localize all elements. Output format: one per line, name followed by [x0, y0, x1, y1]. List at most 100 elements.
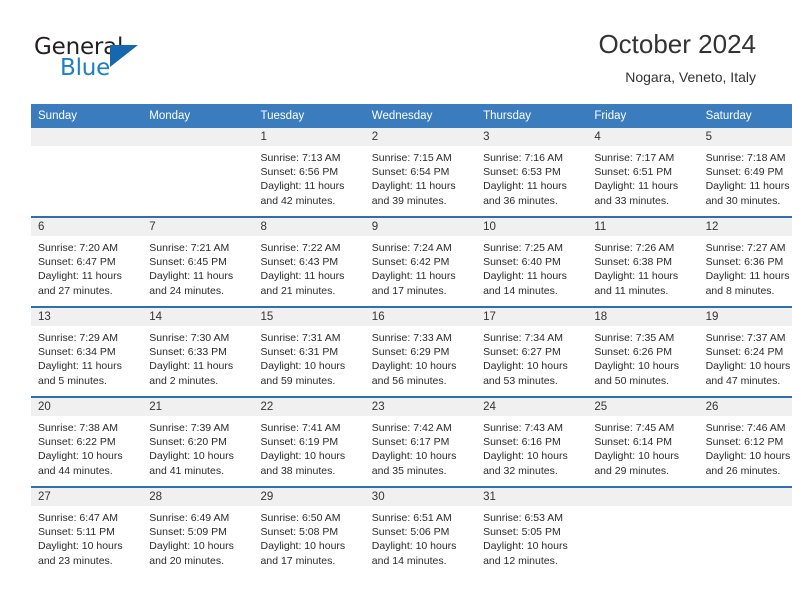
day-detail-daylight2: and 8 minutes. [705, 284, 775, 297]
day-detail-daylight1: Daylight: 11 hours [149, 360, 234, 373]
day-detail-sunset: Sunset: 5:11 PM [38, 526, 115, 539]
day-number: 23 [364, 398, 477, 416]
calendar-day-cell[interactable]: 18 Sunrise: 7:35 AM Sunset: 6:26 PM Dayligh… [587, 306, 699, 397]
day-detail-sunset: Sunset: 6:24 PM [705, 346, 784, 359]
day-number: 9 [364, 218, 477, 236]
day-detail-sunrise: Sunrise: 6:49 AM [149, 512, 230, 524]
calendar-day-cell[interactable]: 1 Sunrise: 7:13 AM Sunset: 6:56 PM Daylight… [253, 128, 365, 217]
day-detail-sunset: Sunset: 6:12 PM [705, 436, 784, 449]
day-detail-sunrise: Sunrise: 7:24 AM [371, 242, 452, 254]
day-number: 6 [31, 218, 143, 236]
calendar-day-cell[interactable]: 12 Sunrise: 7:27 AM Sunset: 6:36 PM Dayligh… [698, 216, 792, 307]
day-details: Sunrise: 7:24 AM Sunset: 6:42 PM Daylight:… [365, 236, 476, 298]
calendar-day-cell[interactable]: 4 Sunrise: 7:17 AM Sunset: 6:51 PM Daylight… [587, 128, 699, 217]
calendar-day-cell-empty [587, 486, 699, 576]
calendar-day-cell[interactable]: 28 Sunrise: 6:49 AM Sunset: 5:09 PM Dayligh… [142, 486, 254, 576]
day-number: 30 [364, 488, 477, 506]
day-detail-daylight1: Daylight: 11 hours [371, 270, 456, 283]
calendar-day-cell[interactable]: 22 Sunrise: 7:41 AM Sunset: 6:19 PM Dayligh… [253, 396, 365, 487]
day-detail-daylight1: Daylight: 10 hours [705, 450, 791, 463]
calendar-day-cell[interactable]: 19 Sunrise: 7:37 AM Sunset: 6:24 PM Dayligh… [698, 306, 792, 397]
calendar-day-cell[interactable]: 7 Sunrise: 7:21 AM Sunset: 6:45 PM Daylight… [142, 216, 254, 307]
day-detail-sunset: Sunset: 6:53 PM [483, 166, 561, 179]
day-detail-sunrise: Sunrise: 7:25 AM [483, 242, 564, 254]
calendar-day-cell[interactable]: 20 Sunrise: 7:38 AM Sunset: 6:22 PM Dayligh… [31, 396, 143, 487]
day-detail-daylight2: and 30 minutes. [705, 194, 781, 207]
day-detail-daylight2: and 41 minutes. [149, 464, 224, 477]
day-detail-daylight1: Daylight: 11 hours [149, 270, 234, 283]
calendar-body: 1 Sunrise: 7:13 AM Sunset: 6:56 PM Daylight… [31, 128, 792, 576]
day-number: 20 [31, 398, 143, 416]
day-detail-sunrise: Sunrise: 7:46 AM [705, 422, 786, 434]
day-number: 12 [698, 218, 792, 236]
calendar-day-cell[interactable]: 11 Sunrise: 7:26 AM Sunset: 6:38 PM Dayligh… [587, 216, 699, 307]
calendar-day-cell[interactable]: 8 Sunrise: 7:22 AM Sunset: 6:43 PM Daylight… [253, 216, 365, 307]
day-detail-sunset: Sunset: 6:31 PM [260, 346, 339, 359]
day-detail-daylight2: and 5 minutes. [38, 374, 107, 387]
calendar-day-cell[interactable]: 17 Sunrise: 7:34 AM Sunset: 6:27 PM Dayligh… [476, 306, 588, 397]
page-subtitle: Nogara, Veneto, Italy [625, 69, 756, 85]
title-block: October 2024 Nogara, Veneto, Italy [598, 28, 756, 87]
calendar-day-cell[interactable]: 2 Sunrise: 7:15 AM Sunset: 6:54 PM Daylight… [364, 128, 477, 217]
calendar-day-cell[interactable]: 30 Sunrise: 6:51 AM Sunset: 5:06 PM Dayligh… [364, 486, 477, 576]
day-detail-daylight2: and 2 minutes. [149, 374, 219, 387]
calendar-grid: Sunday Monday Tuesday Wednesday Thursday… [31, 104, 792, 576]
calendar-day-cell[interactable]: 27 Sunrise: 6:47 AM Sunset: 5:11 PM Dayligh… [31, 486, 143, 576]
day-detail-daylight1: Daylight: 10 hours [371, 360, 457, 373]
general-blue-logo[interactable]: General Blue [34, 34, 154, 86]
day-detail-daylight2: and 47 minutes. [705, 374, 781, 387]
day-details: Sunrise: 7:20 AM Sunset: 6:47 PM Daylight:… [31, 236, 142, 298]
day-detail-sunrise: Sunrise: 7:22 AM [260, 242, 341, 254]
calendar-day-cell-empty [142, 128, 254, 217]
weekday-header-tuesday: Tuesday [253, 104, 365, 128]
calendar-day-cell[interactable]: 21 Sunrise: 7:39 AM Sunset: 6:20 PM Dayligh… [142, 396, 254, 487]
day-details: Sunrise: 7:16 AM Sunset: 6:53 PM Daylight:… [476, 146, 587, 208]
calendar-day-cell[interactable]: 6 Sunrise: 7:20 AM Sunset: 6:47 PM Daylight… [31, 216, 143, 307]
day-number: 16 [364, 308, 477, 326]
day-number: 15 [253, 308, 365, 326]
calendar-day-cell[interactable]: 23 Sunrise: 7:42 AM Sunset: 6:17 PM Dayligh… [364, 396, 477, 487]
day-detail-sunset: Sunset: 6:43 PM [260, 256, 339, 269]
day-detail-sunset: Sunset: 6:45 PM [149, 256, 227, 269]
calendar-day-cell[interactable]: 26 Sunrise: 7:46 AM Sunset: 6:12 PM Dayligh… [698, 396, 792, 487]
day-detail-daylight2: and 26 minutes. [705, 464, 781, 477]
day-number: 22 [253, 398, 365, 416]
calendar-day-cell[interactable]: 25 Sunrise: 7:45 AM Sunset: 6:14 PM Dayligh… [587, 396, 699, 487]
calendar-day-cell[interactable]: 15 Sunrise: 7:31 AM Sunset: 6:31 PM Dayligh… [253, 306, 365, 397]
calendar-day-cell[interactable]: 5 Sunrise: 7:18 AM Sunset: 6:49 PM Daylight… [698, 128, 792, 217]
calendar-week-row: 1 Sunrise: 7:13 AM Sunset: 6:56 PM Daylight… [31, 128, 792, 217]
calendar-day-cell[interactable]: 9 Sunrise: 7:24 AM Sunset: 6:42 PM Daylight… [364, 216, 477, 307]
day-detail-daylight1: Daylight: 10 hours [260, 540, 346, 553]
calendar-day-cell[interactable]: 24 Sunrise: 7:43 AM Sunset: 6:16 PM Dayligh… [476, 396, 588, 487]
day-detail-sunset: Sunset: 6:26 PM [594, 346, 672, 359]
calendar-day-cell[interactable]: 13 Sunrise: 7:29 AM Sunset: 6:34 PM Dayligh… [31, 306, 143, 397]
calendar-day-cell[interactable]: 10 Sunrise: 7:25 AM Sunset: 6:40 PM Dayligh… [476, 216, 588, 307]
day-detail-sunrise: Sunrise: 7:38 AM [38, 422, 118, 434]
day-detail-sunrise: Sunrise: 7:26 AM [594, 242, 675, 254]
day-detail-sunrise: Sunrise: 7:16 AM [483, 152, 564, 164]
calendar-day-cell[interactable]: 16 Sunrise: 7:33 AM Sunset: 6:29 PM Dayligh… [364, 306, 477, 397]
day-details: Sunrise: 7:34 AM Sunset: 6:27 PM Daylight:… [476, 326, 587, 388]
day-number: 27 [31, 488, 143, 506]
day-detail-daylight1: Daylight: 11 hours [594, 270, 679, 283]
day-detail-daylight1: Daylight: 10 hours [594, 360, 679, 373]
logo-triangle-icon [110, 45, 138, 67]
day-detail-sunrise: Sunrise: 6:50 AM [260, 512, 341, 524]
calendar-day-cell[interactable]: 29 Sunrise: 6:50 AM Sunset: 5:08 PM Dayligh… [253, 486, 365, 576]
day-detail-daylight2: and 14 minutes. [371, 554, 447, 567]
calendar-day-cell[interactable]: 14 Sunrise: 7:30 AM Sunset: 6:33 PM Dayligh… [142, 306, 254, 397]
day-detail-daylight2: and 12 minutes. [483, 554, 558, 567]
day-details: Sunrise: 7:17 AM Sunset: 6:51 PM Daylight:… [587, 146, 698, 208]
day-detail-sunrise: Sunrise: 7:34 AM [483, 332, 564, 344]
calendar-day-cell[interactable]: 3 Sunrise: 7:16 AM Sunset: 6:53 PM Daylight… [476, 128, 588, 217]
day-details: Sunrise: 7:43 AM Sunset: 6:16 PM Daylight:… [476, 416, 587, 478]
day-detail-daylight1: Daylight: 11 hours [705, 180, 790, 193]
day-detail-sunrise: Sunrise: 7:20 AM [38, 242, 118, 254]
day-detail-sunrise: Sunrise: 6:47 AM [38, 512, 118, 524]
day-detail-sunset: Sunset: 6:38 PM [594, 256, 672, 269]
day-details: Sunrise: 7:30 AM Sunset: 6:33 PM Daylight:… [142, 326, 253, 388]
weekday-header-wednesday: Wednesday [364, 104, 477, 128]
calendar-day-cell[interactable]: 31 Sunrise: 6:53 AM Sunset: 5:05 PM Dayligh… [476, 486, 588, 576]
day-details: Sunrise: 6:53 AM Sunset: 5:05 PM Daylight:… [476, 506, 587, 568]
weekday-header-friday: Friday [587, 104, 699, 128]
